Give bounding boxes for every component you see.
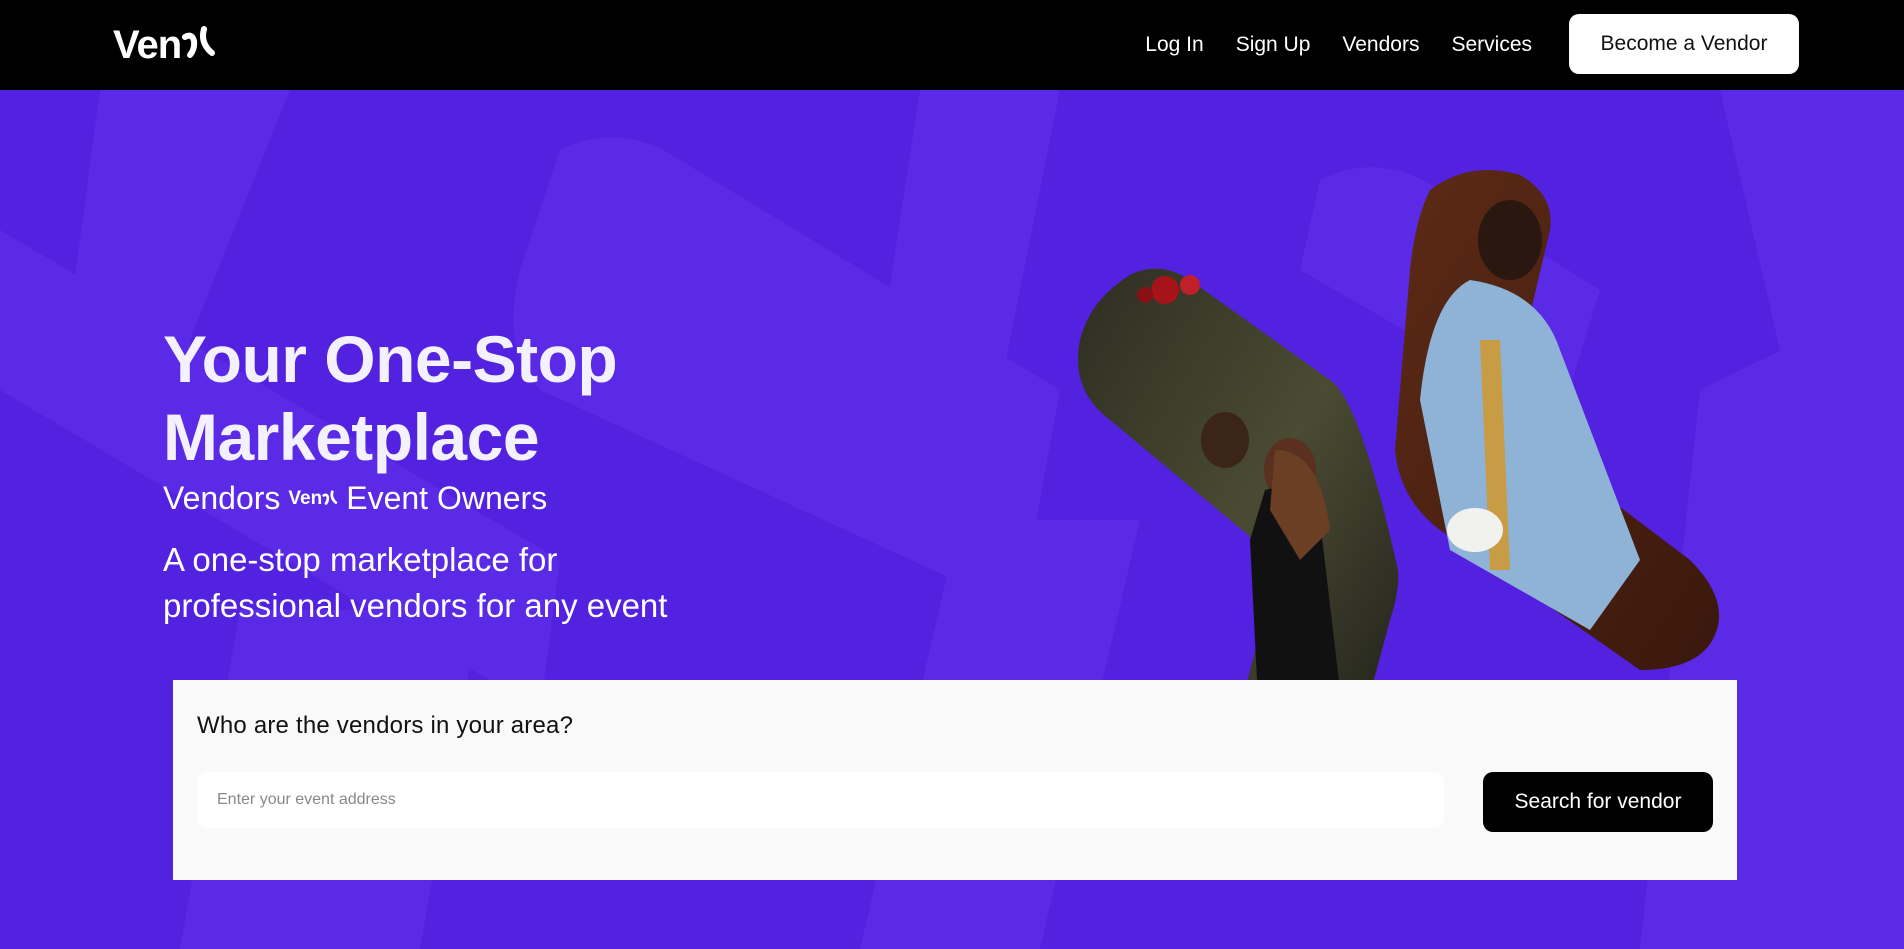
saxophonist-photo-icon — [1395, 170, 1720, 670]
hero-text-block: Your One-Stop Marketplace Vendors Ven Ev… — [163, 320, 863, 629]
top-nav: Ven Log In Sign Up Vendors Services Beco… — [0, 0, 1904, 90]
nav-links: Log In Sign Up Vendors Services — [1145, 0, 1532, 90]
hero-description: A one-stop marketplace for professional … — [163, 541, 668, 624]
event-address-input[interactable] — [197, 772, 1444, 828]
nav-link-signup[interactable]: Sign Up — [1236, 33, 1311, 57]
venu-logo[interactable]: Ven — [113, 22, 216, 68]
hero-sub-logo: Ven — [288, 488, 338, 510]
hero-title: Your One-Stop Marketplace — [163, 322, 618, 474]
become-vendor-button[interactable]: Become a Vendor — [1569, 14, 1799, 74]
vendor-search-card: Who are the vendors in your area? Search… — [173, 680, 1737, 880]
hero-subtitle: Vendors Ven Event Owners — [163, 480, 863, 517]
hero-sub-vendors: Vendors — [163, 480, 281, 516]
mini-logo-mark-icon — [322, 489, 338, 505]
nav-link-vendors[interactable]: Vendors — [1342, 33, 1419, 57]
hero-sub-logo-text: Ven — [288, 487, 323, 509]
nav-link-services[interactable]: Services — [1451, 33, 1532, 57]
logo-mark-icon — [182, 26, 216, 58]
search-question: Who are the vendors in your area? — [197, 712, 574, 739]
logo-text: Ven — [113, 22, 182, 67]
nav-link-login[interactable]: Log In — [1145, 33, 1203, 57]
search-vendor-button[interactable]: Search for vendor — [1483, 772, 1713, 832]
hero-sub-event-owners: Event Owners — [346, 480, 548, 516]
